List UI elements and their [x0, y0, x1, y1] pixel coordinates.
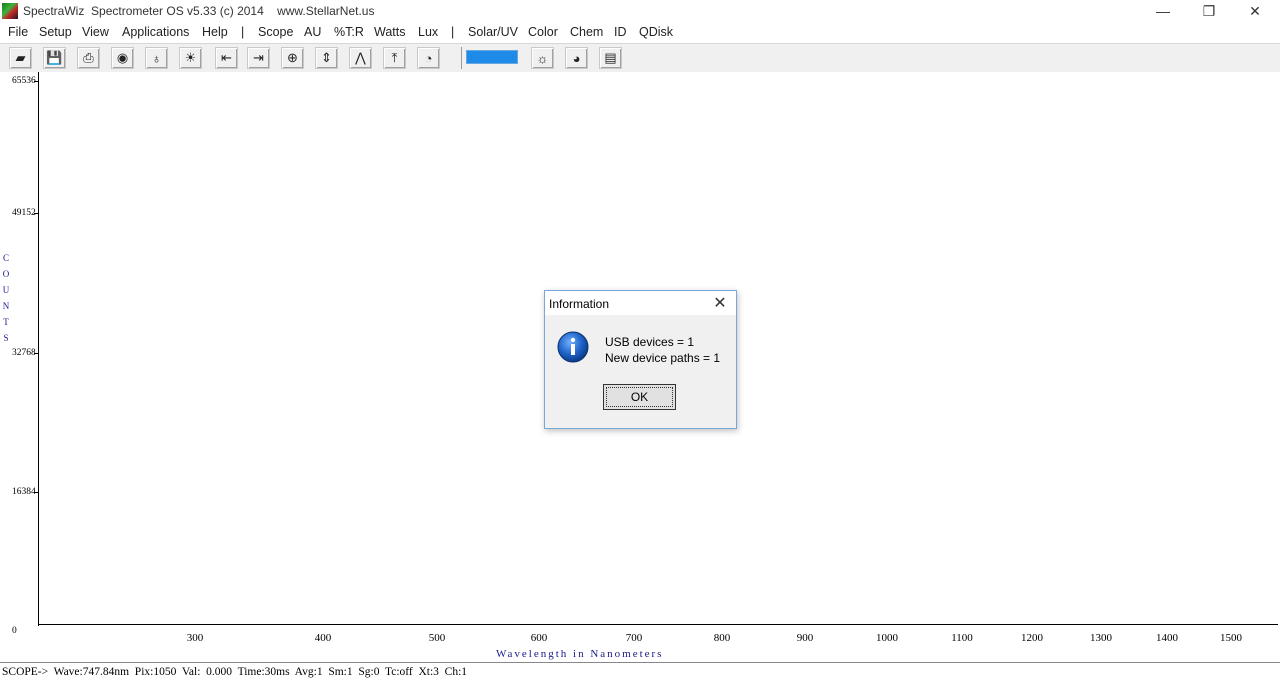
dialog-title-bar: Information ✕ — [545, 291, 736, 315]
x-tick-label: 1500 — [1220, 632, 1242, 644]
x-tick-label: 1000 — [876, 632, 898, 644]
integration-progress-bar — [466, 50, 518, 64]
x-tick-label: 800 — [713, 632, 731, 644]
x-tick-label: 700 — [625, 632, 643, 644]
y-tick-mark — [34, 81, 39, 82]
x-axis-label: Wavelength in Nanometers — [496, 648, 664, 660]
window-title: SpectraWiz Spectrometer OS v5.33 (c) 201… — [23, 4, 375, 18]
menu-view[interactable]: View — [82, 25, 109, 39]
dialog-message: USB devices = 1 New device paths = 1 — [605, 334, 720, 366]
menu-transmission[interactable]: %T:R — [334, 25, 364, 39]
y-label-letter: O — [2, 269, 10, 279]
menu-id[interactable]: ID — [614, 25, 627, 39]
menu-scope[interactable]: Scope — [258, 25, 293, 39]
save-icon[interactable]: 💾 — [43, 47, 66, 69]
y-label-letter: U — [2, 285, 10, 295]
y-tick-label: 0 — [12, 626, 17, 636]
x-tick-label: 1200 — [1021, 632, 1043, 644]
y-axis — [38, 72, 39, 626]
menu-watts[interactable]: Watts — [374, 25, 405, 39]
y-tick-label: 16384 — [12, 487, 36, 497]
y-label-letter: S — [3, 333, 9, 343]
ok-button[interactable]: OK — [603, 384, 676, 410]
menu-separator: | — [451, 25, 455, 39]
menu-lux[interactable]: Lux — [418, 25, 438, 39]
x-tick-label: 600 — [530, 632, 548, 644]
y-tick-mark — [34, 353, 39, 354]
menu-separator: | — [241, 25, 245, 39]
scroll-right-icon[interactable]: ⇥ — [247, 47, 270, 69]
toolbar: ▰ 💾 ⎙ ◉ ♁ ☀ ⇤ ⇥ ⊕ ⇕ ⋀ ⤒ ◔ ☼ ◕ ▤ — [0, 43, 1280, 73]
x-axis — [38, 624, 1278, 625]
x-tick-label: 900 — [796, 632, 814, 644]
sun-icon[interactable]: ☼ — [531, 47, 554, 69]
menu-qdisk[interactable]: QDisk — [639, 25, 673, 39]
menu-solar-uv[interactable]: Solar/UV — [468, 25, 518, 39]
dialog-message-line: New device paths = 1 — [605, 351, 721, 365]
toolbar-separator — [461, 47, 462, 69]
zoom-icon[interactable]: ⊕ — [281, 47, 304, 69]
menu-chem[interactable]: Chem — [570, 25, 603, 39]
title-bar: SpectraWiz Spectrometer OS v5.33 (c) 201… — [0, 0, 1280, 22]
menu-help[interactable]: Help — [202, 25, 228, 39]
x-tick-label: 300 — [186, 632, 204, 644]
camera-icon[interactable]: ◉ — [111, 47, 134, 69]
menu-file[interactable]: File — [8, 25, 28, 39]
status-bar: SCOPE-> Wave:747.84nm Pix:1050 Val: 0.00… — [0, 662, 1280, 683]
color-wheel-icon[interactable]: ◕ — [565, 47, 588, 69]
dialog-message-line: USB devices = 1 — [605, 335, 695, 349]
x-tick-label: 1100 — [951, 632, 973, 644]
y-tick-label: 32768 — [12, 348, 36, 358]
y-axis-label: C O U N T S — [2, 250, 10, 346]
timer-icon[interactable]: ◔ — [417, 47, 440, 69]
print-icon[interactable]: ⎙ — [77, 47, 100, 69]
info-icon — [557, 331, 589, 363]
y-label-letter: C — [2, 253, 9, 263]
menu-setup[interactable]: Setup — [39, 25, 72, 39]
y-tick-label: 65536 — [12, 76, 36, 86]
lamp-light-icon[interactable]: ☀ — [179, 47, 202, 69]
menu-color[interactable]: Color — [528, 25, 558, 39]
y-tick-mark — [34, 213, 39, 214]
dialog-title: Information — [549, 297, 610, 311]
close-button[interactable]: ✕ — [1232, 0, 1278, 22]
open-folder-icon[interactable]: ▰ — [9, 47, 32, 69]
menu-au[interactable]: AU — [304, 25, 321, 39]
y-tick-label: 49152 — [12, 208, 36, 218]
menu-bar: File Setup View Applications Help | Scop… — [0, 22, 1280, 42]
lamp-dark-icon[interactable]: ♁ — [145, 47, 168, 69]
chart-icon[interactable]: ▤ — [599, 47, 622, 69]
x-tick-label: 1400 — [1156, 632, 1178, 644]
menu-applications[interactable]: Applications — [122, 25, 189, 39]
x-tick-label: 1300 — [1090, 632, 1112, 644]
dialog-close-button[interactable]: ✕ — [705, 291, 735, 315]
peak-icon[interactable]: ⋀ — [349, 47, 372, 69]
information-dialog: Information ✕ USB devices = 1 New device… — [544, 290, 737, 429]
autoscale-icon[interactable]: ⇕ — [315, 47, 338, 69]
minimize-button[interactable]: — — [1140, 0, 1186, 22]
maximize-button[interactable]: ❐ — [1186, 0, 1232, 22]
expand-y-icon[interactable]: ⤒ — [383, 47, 406, 69]
status-text: SCOPE-> Wave:747.84nm Pix:1050 Val: 0.00… — [2, 666, 468, 678]
y-label-letter: T — [3, 317, 9, 327]
y-tick-mark — [34, 492, 39, 493]
x-tick-label: 500 — [428, 632, 446, 644]
scroll-left-icon[interactable]: ⇤ — [215, 47, 238, 69]
y-label-letter: N — [2, 301, 10, 311]
x-tick-label: 400 — [314, 632, 332, 644]
app-icon — [2, 3, 18, 19]
